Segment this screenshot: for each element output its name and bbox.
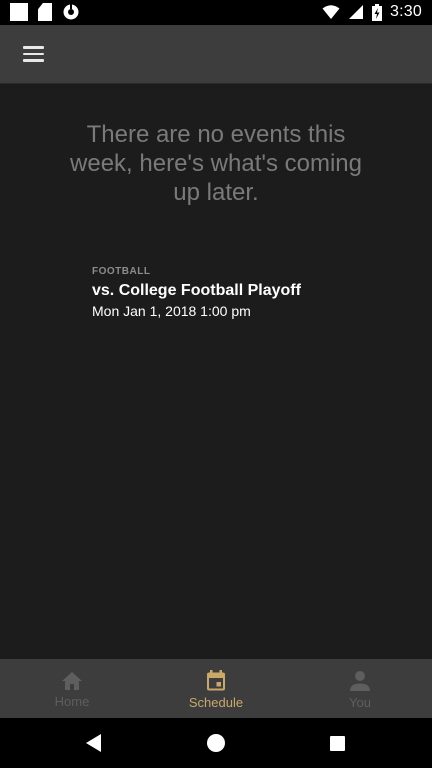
notification-square-icon (10, 3, 28, 21)
nav-schedule-label: Schedule (188, 694, 244, 710)
nav-home-label: Home (54, 693, 90, 709)
battery-charging-icon (372, 3, 383, 21)
cellular-icon (349, 5, 364, 19)
calendar-icon (207, 669, 225, 690)
sync-icon (63, 4, 79, 20)
sd-card-icon (38, 3, 52, 21)
home-icon (62, 671, 82, 690)
app-bar (0, 25, 432, 84)
status-bar: 3:30 (0, 0, 432, 25)
nav-you-label: You (349, 694, 371, 710)
status-right-icons: 3:30 (322, 3, 422, 21)
nav-you[interactable]: You (288, 659, 432, 718)
nav-schedule[interactable]: Schedule (144, 659, 288, 718)
person-icon (350, 670, 370, 691)
event-item[interactable]: FOOTBALL vs. College Football Playoff Mo… (92, 266, 392, 320)
empty-week-message: There are no events this week, here's wh… (70, 121, 362, 206)
event-date: Mon Jan 1, 2018 1:00 pm (92, 303, 251, 319)
back-icon[interactable] (86, 734, 101, 752)
wifi-icon (322, 5, 340, 19)
schedule-content: There are no events this week, here's wh… (0, 84, 432, 659)
status-left-icons (10, 3, 80, 21)
event-title: vs. College Football Playoff (92, 282, 301, 299)
event-category: FOOTBALL (92, 266, 151, 277)
recents-icon[interactable] (330, 736, 345, 751)
system-navigation-bar (0, 718, 432, 768)
system-home-icon[interactable] (207, 734, 225, 752)
bottom-navigation: Home Schedule You (0, 659, 432, 718)
nav-home[interactable]: Home (0, 659, 144, 718)
status-clock: 3:30 (390, 3, 422, 20)
hamburger-menu-icon[interactable] (14, 37, 54, 71)
